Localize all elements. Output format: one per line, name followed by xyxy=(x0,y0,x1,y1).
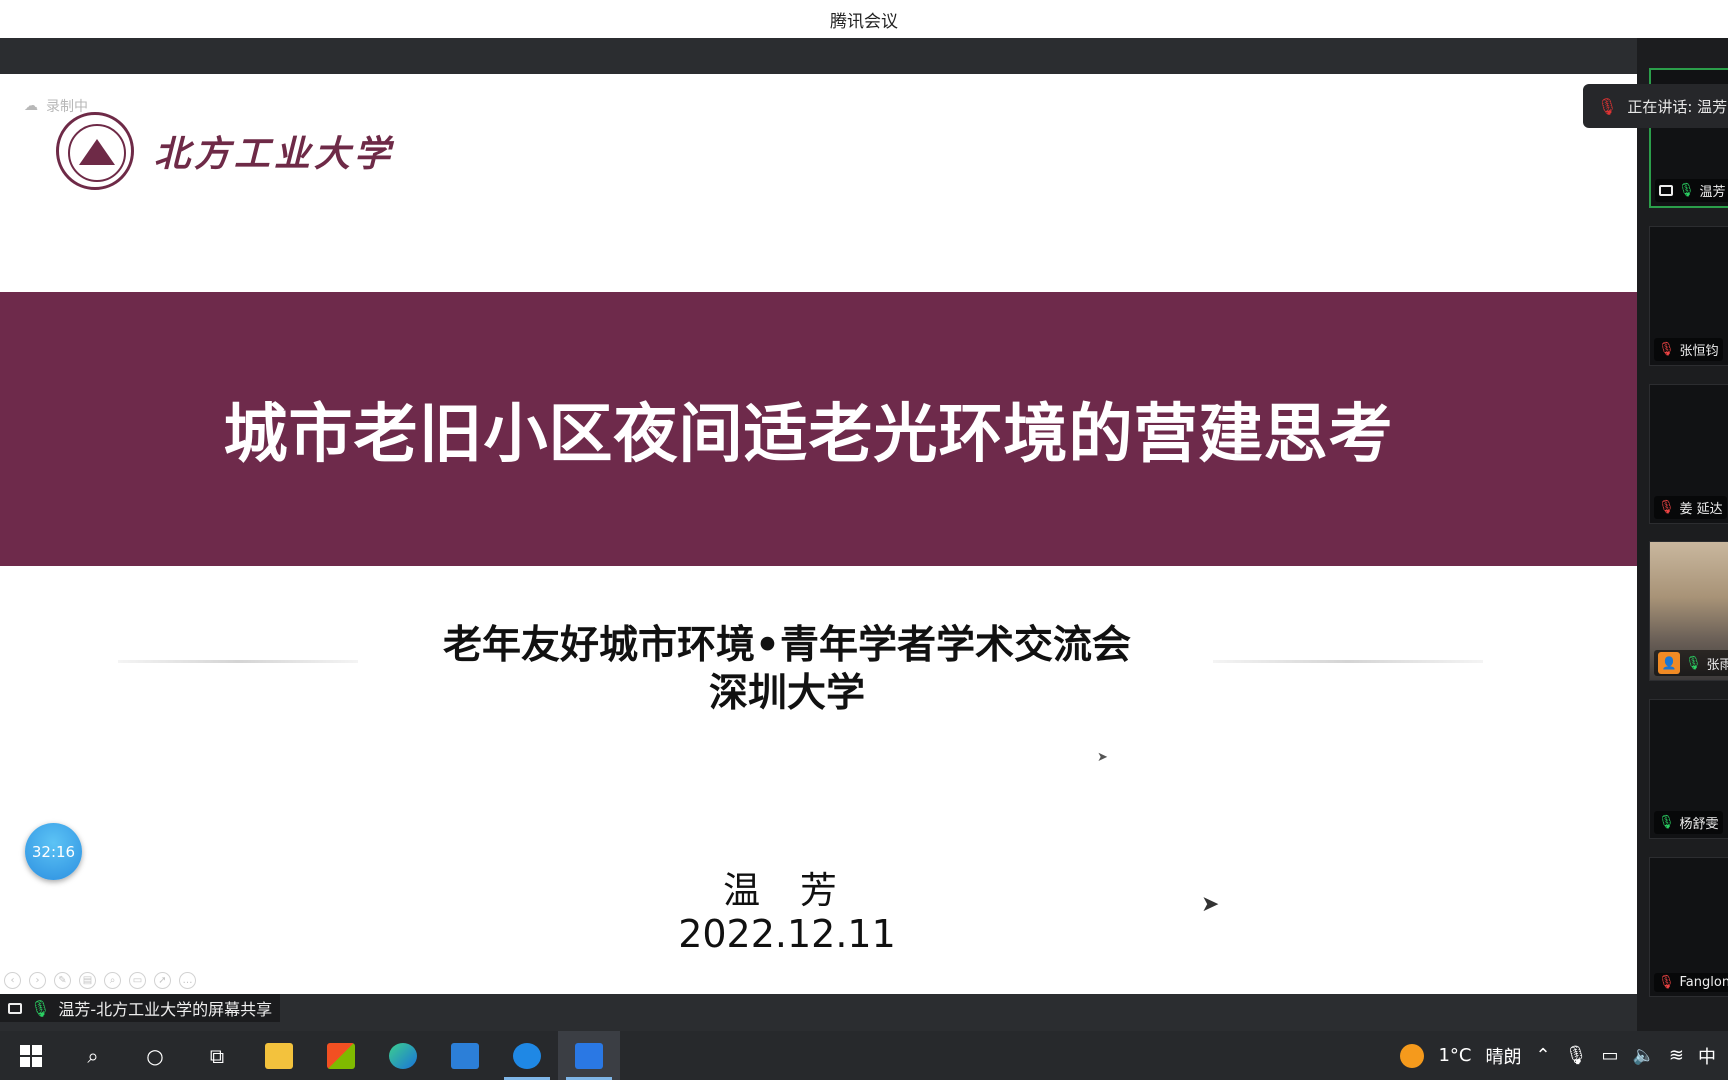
screen-share-icon xyxy=(8,1002,22,1014)
subtitle-line-1: 老年友好城市环境•青年学者学术交流会 xyxy=(443,623,1131,668)
pointer-icon[interactable]: ➚ xyxy=(154,972,171,989)
participant-name: 杨舒雯 xyxy=(1679,817,1719,832)
participant-name: 姜 延达 xyxy=(1679,502,1723,517)
pages-icon[interactable]: ▤ xyxy=(79,972,96,989)
participant-name: 温芳 xyxy=(1699,185,1726,200)
battery-icon[interactable]: ▭ xyxy=(1601,1045,1618,1066)
participant-tile[interactable]: 🎙 Fanglon xyxy=(1649,857,1728,997)
participant-tile[interactable]: 🎙 杨舒雯 xyxy=(1649,699,1728,839)
share-status-label: 温芳-北方工业大学的屏幕共享 xyxy=(58,1000,273,1019)
window-title: 腾讯会议 xyxy=(830,11,898,32)
zoom-icon[interactable]: ⌕ xyxy=(104,972,121,989)
university-seal-icon xyxy=(56,112,134,190)
window-title-bar[interactable]: 腾讯会议 xyxy=(0,0,1728,38)
store-icon xyxy=(327,1042,355,1069)
ime-indicator[interactable]: 中 xyxy=(1698,1043,1716,1069)
slide-date: 2022.12.11 xyxy=(678,912,896,956)
mic-on-icon: 🎙 xyxy=(1678,183,1695,198)
mouse-cursor-icon: ➤ xyxy=(1097,750,1108,765)
next-icon[interactable]: › xyxy=(29,972,46,989)
participant-panel: 🎙 温芳 🎙 张恒钧 🎙 姜 延达 👤 🎙 张雨 🎙 杨舒雯 🎙 Fanglon xyxy=(1637,38,1728,1031)
participant-name: Fanglon xyxy=(1679,975,1728,990)
meeting-top-strip xyxy=(0,38,1637,74)
user-avatar-icon: 👤 xyxy=(1658,652,1680,674)
microphone-icon[interactable]: 🎙 xyxy=(1565,1045,1588,1066)
logo-text: 北方工业大学 xyxy=(154,133,395,175)
mic-on-icon: 🎙 xyxy=(1685,655,1702,671)
weather-temp[interactable]: 1°C xyxy=(1438,1045,1471,1066)
start-button[interactable] xyxy=(0,1031,62,1080)
screen-share-icon xyxy=(1659,185,1673,196)
chevron-up-icon[interactable]: ⌃ xyxy=(1536,1045,1551,1066)
task-view-icon: ⧉ xyxy=(209,1043,225,1068)
mic-muted-icon: 🎙 xyxy=(1597,96,1618,116)
edge-icon xyxy=(389,1042,417,1069)
timer-value: 32:16 xyxy=(31,842,76,861)
mic-on-icon: 🎙 xyxy=(1658,815,1675,830)
mail-button[interactable] xyxy=(434,1031,496,1080)
title-band: 城市老旧小区夜间适老光环境的营建思考 xyxy=(0,292,1637,566)
cloud-icon: ☁ xyxy=(24,98,38,114)
circle-icon: ○ xyxy=(146,1043,164,1068)
more-icon[interactable]: … xyxy=(179,972,196,989)
tencent-meeting-icon xyxy=(575,1042,603,1069)
volume-icon[interactable]: 🔈 xyxy=(1632,1045,1654,1066)
mic-on-icon: 🎙 xyxy=(30,998,51,1018)
edge-button[interactable] xyxy=(372,1031,434,1080)
participant-name: 张恒钧 xyxy=(1679,344,1719,359)
participant-tile[interactable]: 🎙 姜 延达 xyxy=(1649,384,1728,524)
share-status-bar: 🎙 温芳-北方工业大学的屏幕共享 xyxy=(0,994,281,1022)
mic-muted-icon: 🎙 xyxy=(1658,342,1675,357)
shared-screen: ☁ 录制中 北方工业大学 城市老旧小区夜间适老光环境的营建思考 老年友好城市环境… xyxy=(0,74,1637,994)
subtitle-line-2: 深圳大学 xyxy=(708,671,865,716)
slide-toolbar: ‹ › ✎ ▤ ⌕ ▭ ➚ … xyxy=(4,972,196,989)
weather-sun-icon xyxy=(1400,1043,1425,1068)
participant-tile[interactable]: 🎙 张恒钧 xyxy=(1649,226,1728,366)
meeting-timer[interactable]: 32:16 xyxy=(25,823,82,880)
meeting-bottom-strip: 🎙 温芳-北方工业大学的屏幕共享 xyxy=(0,994,1637,1031)
cortana-button[interactable]: ○ xyxy=(124,1031,186,1080)
folder-icon xyxy=(265,1042,293,1069)
slide-author: 温 芳 xyxy=(723,869,851,912)
participant-tile[interactable]: 👤 🎙 张雨 xyxy=(1649,541,1728,681)
mic-muted-icon: 🎙 xyxy=(1658,975,1675,990)
weather-desc[interactable]: 晴朗 xyxy=(1486,1043,1522,1069)
windows-logo-icon xyxy=(20,1044,42,1067)
windows-taskbar: ⌕ ○ ⧉ 1°C 晴朗 ⌃ 🎙 ▭ 🔈 ≋ 中 xyxy=(0,1031,1728,1080)
tencent-meeting-button[interactable] xyxy=(558,1031,620,1080)
slide-title: 城市老旧小区夜间适老光环境的营建思考 xyxy=(223,398,1394,472)
mouse-cursor-icon: ➤ xyxy=(1201,892,1220,917)
wifi-icon[interactable]: ≋ xyxy=(1669,1045,1684,1066)
speaking-indicator: 🎙 正在讲话: 温芳 xyxy=(1583,84,1728,128)
pen-icon[interactable]: ✎ xyxy=(54,972,71,989)
task-view-button[interactable]: ⧉ xyxy=(186,1031,248,1080)
search-button[interactable]: ⌕ xyxy=(62,1031,124,1080)
meeting-app-button[interactable] xyxy=(496,1031,558,1080)
store-button[interactable] xyxy=(310,1031,372,1080)
file-explorer-button[interactable] xyxy=(248,1031,310,1080)
mail-icon xyxy=(451,1042,479,1069)
participant-name: 张雨 xyxy=(1706,657,1728,673)
prev-icon[interactable]: ‹ xyxy=(4,972,21,989)
university-logo: 北方工业大学 xyxy=(56,112,394,190)
speaking-label: 正在讲话: 温芳 xyxy=(1627,97,1728,116)
subtitle-icon[interactable]: ▭ xyxy=(129,972,146,989)
slide-subtitle: 老年友好城市环境•青年学者学术交流会 深圳大学 xyxy=(0,622,1574,718)
app-search-icon xyxy=(513,1042,541,1069)
search-icon: ⌕ xyxy=(87,1043,99,1068)
mic-muted-icon: 🎙 xyxy=(1658,500,1675,515)
